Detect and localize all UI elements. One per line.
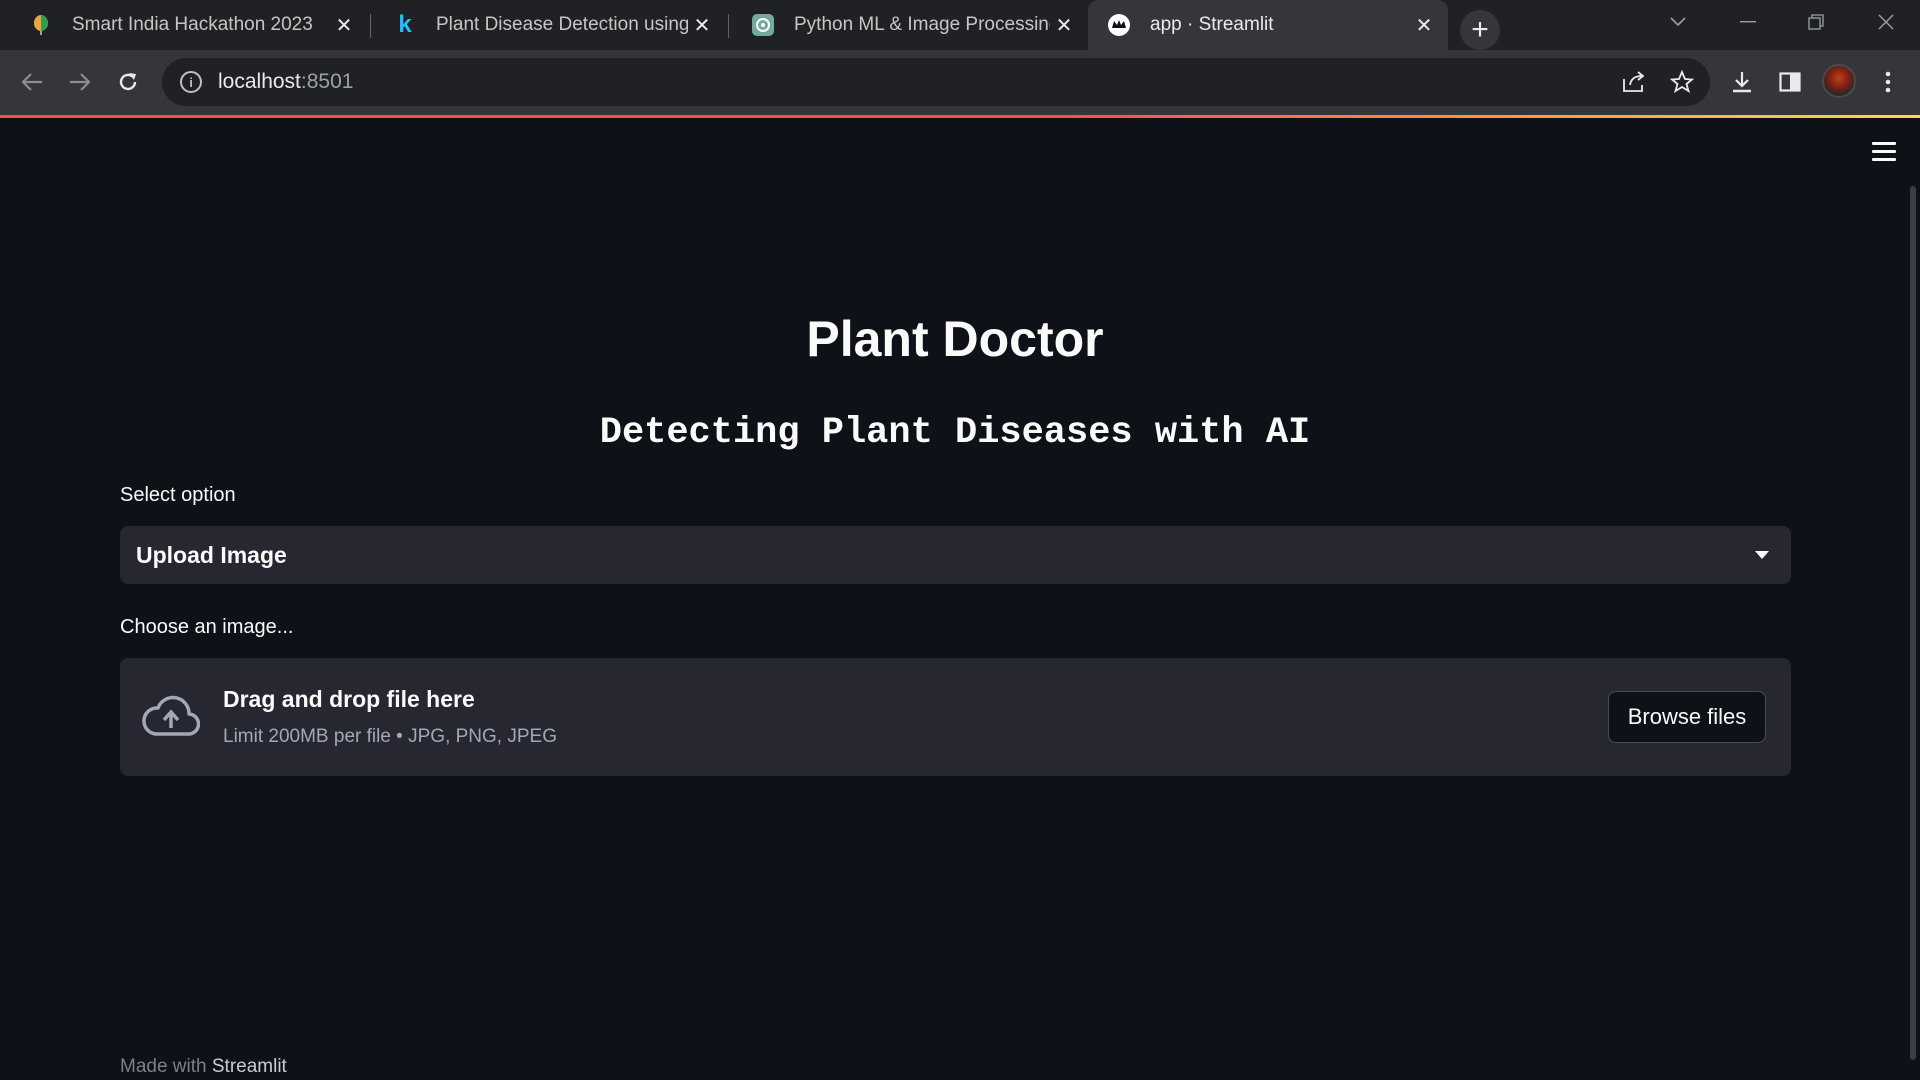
dropzone-title: Drag and drop file here — [223, 686, 475, 712]
url-port: :8501 — [300, 70, 354, 93]
minimize-window-icon[interactable] — [1714, 0, 1782, 44]
footer-prefix: Made with — [120, 1056, 212, 1077]
sih-balloon-icon — [30, 14, 52, 36]
kaggle-k-icon: k — [398, 11, 412, 38]
download-icon[interactable] — [1722, 62, 1762, 102]
footer: Made with Streamlit — [120, 1056, 287, 1078]
tab-divider — [370, 14, 371, 38]
scrollbar[interactable] — [1910, 186, 1916, 1060]
tab-streamlit-app[interactable]: app · Streamlit ✕ — [1088, 0, 1448, 50]
browser-tab-strip: Smart India Hackathon 2023 ✕ k Plant Dis… — [0, 0, 1920, 50]
close-tab-icon[interactable]: ✕ — [688, 11, 716, 39]
streamlit-app: Plant Doctor Detecting Plant Diseases wi… — [0, 118, 1920, 1080]
openai-icon — [752, 14, 774, 36]
tab-title: Smart India Hackathon 2023 — [72, 14, 313, 35]
tab-title: Plant Disease Detection using Ke — [436, 14, 688, 35]
browser-toolbar: i localhost:8501 — [0, 50, 1920, 115]
main-menu-icon[interactable] — [1872, 142, 1896, 162]
restore-window-icon[interactable] — [1782, 0, 1850, 44]
close-tab-icon[interactable]: ✕ — [330, 11, 358, 39]
streamlit-link[interactable]: Streamlit — [212, 1056, 287, 1077]
reload-icon[interactable] — [108, 62, 148, 102]
site-info-icon[interactable]: i — [180, 71, 202, 93]
bookmark-star-icon[interactable] — [1662, 62, 1702, 102]
url-text: localhost:8501 — [218, 70, 353, 94]
tab-title: Python ML & Image Processing — [794, 14, 1050, 35]
file-dropzone[interactable]: Drag and drop file here Limit 200MB per … — [120, 658, 1791, 776]
tab-title: app · Streamlit — [1150, 14, 1274, 35]
dropzone-hint: Limit 200MB per file • JPG, PNG, JPEG — [223, 726, 557, 747]
tab-smart-india-hackathon[interactable]: Smart India Hackathon 2023 ✕ — [10, 0, 368, 50]
new-tab-button[interactable]: + — [1460, 10, 1500, 50]
selected-value: Upload Image — [136, 541, 287, 568]
cloud-upload-icon — [142, 694, 201, 738]
more-options-icon[interactable] — [1868, 62, 1908, 102]
close-tab-icon[interactable]: ✕ — [1050, 11, 1078, 39]
tab-python-ml[interactable]: Python ML & Image Processing ✕ — [732, 0, 1088, 50]
back-arrow-icon[interactable] — [12, 62, 52, 102]
profile-avatar[interactable] — [1822, 64, 1856, 98]
select-option-label: Select option — [120, 484, 236, 506]
page-subtitle: Detecting Plant Diseases with AI — [599, 412, 1311, 454]
tab-divider — [728, 14, 729, 38]
url-host: localhost — [218, 70, 301, 93]
page-title: Plant Doctor — [806, 311, 1104, 367]
tab-search-chevron-icon[interactable] — [1644, 0, 1712, 44]
address-bar[interactable]: i localhost:8501 — [162, 58, 1710, 106]
tab-plant-disease-detection[interactable]: k Plant Disease Detection using Ke ✕ — [374, 0, 726, 50]
forward-arrow-icon[interactable] — [60, 62, 100, 102]
file-uploader-label: Choose an image... — [120, 616, 294, 638]
option-selectbox[interactable]: Upload Image — [120, 526, 1791, 584]
streamlit-crown-icon — [1108, 14, 1130, 36]
side-panel-icon[interactable] — [1770, 62, 1810, 102]
chevron-down-icon — [1755, 551, 1769, 559]
close-tab-icon[interactable]: ✕ — [1410, 11, 1438, 39]
close-window-icon[interactable] — [1852, 0, 1920, 44]
browse-files-button[interactable]: Browse files — [1608, 691, 1766, 743]
share-icon[interactable] — [1614, 62, 1654, 102]
